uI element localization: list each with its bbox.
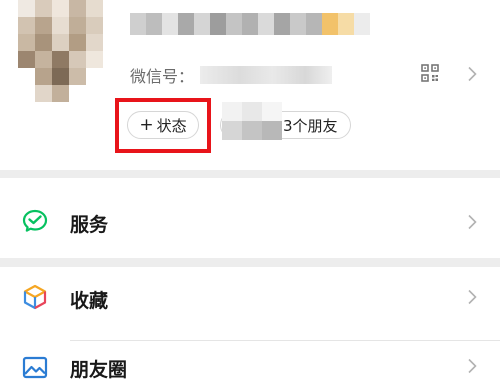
- friends-count-text: 3个朋友: [283, 117, 338, 135]
- chevron-right-icon: [467, 358, 477, 374]
- menu-item-services[interactable]: 服务: [0, 178, 500, 266]
- highlight-annotation-box: [115, 98, 211, 153]
- section-gap-2: [0, 258, 500, 267]
- wechat-id-row[interactable]: 微信号：: [130, 63, 333, 87]
- favorites-cube-icon: [22, 284, 48, 310]
- chevron-right-icon: [467, 214, 477, 230]
- chevron-right-icon: [467, 289, 477, 305]
- avatar[interactable]: [18, 0, 120, 102]
- profile-chevron-right-icon[interactable]: [467, 66, 477, 82]
- wechat-id-label: 微信号：: [130, 67, 195, 86]
- friends-avatars: [222, 102, 282, 140]
- moments-photo-icon: [22, 355, 48, 381]
- qr-code-icon[interactable]: [421, 64, 439, 82]
- profile-header[interactable]: 微信号： + 状态 3个朋友: [0, 0, 500, 170]
- wechat-pay-icon: [22, 208, 48, 234]
- menu-item-label: 收藏: [70, 290, 109, 312]
- menu-item-moments[interactable]: 朋友圈: [0, 341, 500, 381]
- menu-item-label: 朋友圈: [70, 359, 128, 381]
- menu-item-favorites[interactable]: 收藏: [0, 267, 500, 341]
- section-gap: [0, 170, 500, 178]
- wechat-id-value: [200, 66, 333, 84]
- menu-item-label: 服务: [70, 214, 109, 236]
- nickname: [130, 13, 370, 35]
